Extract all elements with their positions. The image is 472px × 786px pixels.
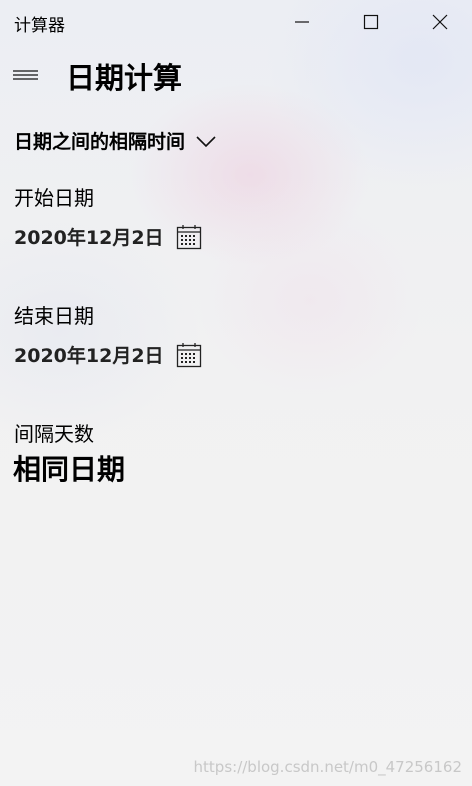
hamburger-icon [13,70,38,80]
from-date-picker[interactable]: 2020年12月2日 [14,223,202,250]
difference-result: 相同日期 [13,453,126,486]
page-title: 日期计算 [66,61,183,95]
menu-button[interactable] [12,67,40,87]
minimize-icon [295,21,309,23]
calendar-icon [176,342,201,367]
watermark: https://blog.csdn.net/m0_47256162 [193,758,462,776]
maximize-icon [363,14,379,30]
minimize-button[interactable] [279,0,325,44]
difference-label: 间隔天数 [14,422,94,446]
calendar-icon [176,224,201,249]
from-date-label: 开始日期 [14,186,94,210]
close-icon [432,14,448,30]
to-date-value: 2020年12月2日 [14,345,164,367]
close-button[interactable] [417,0,463,44]
acrylic-background [0,0,472,786]
chevron-down-icon [196,135,216,147]
mode-dropdown[interactable]: 日期之间的相隔时间 [14,127,217,154]
maximize-button[interactable] [348,0,394,44]
to-date-picker[interactable]: 2020年12月2日 [14,341,202,368]
mode-label: 日期之间的相隔时间 [14,131,186,153]
title-bar[interactable]: 计算器 [0,0,472,44]
app-title: 计算器 [14,16,65,36]
app-header: 日期计算 [0,52,472,98]
to-date-label: 结束日期 [14,304,94,328]
from-date-value: 2020年12月2日 [14,227,164,249]
